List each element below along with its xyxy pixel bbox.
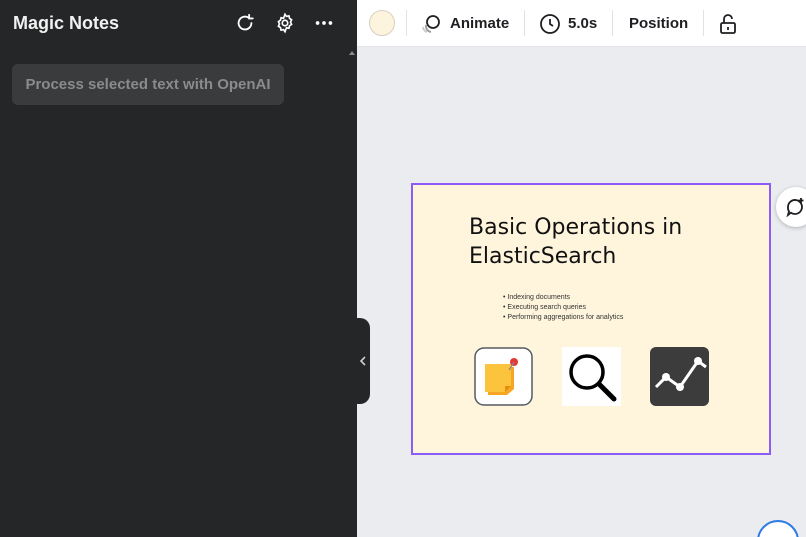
process-openai-button[interactable]: Process selected text with OpenAI: [12, 64, 284, 105]
editor-toolbar: Animate 5.0s Position: [357, 0, 806, 47]
animate-button[interactable]: Animate: [420, 0, 509, 47]
collapse-panel-button[interactable]: [355, 318, 370, 404]
duration-label: 5.0s: [568, 15, 598, 32]
clock-icon: [540, 13, 560, 34]
bullet-item: Executing search queries: [503, 303, 623, 313]
panel-header: Magic Notes: [0, 0, 357, 47]
scroll-up-icon[interactable]: [349, 50, 355, 56]
divider: [612, 10, 613, 36]
position-button[interactable]: Position: [629, 0, 688, 47]
bullet-item: Indexing documents: [503, 293, 623, 303]
panel-title: Magic Notes: [13, 13, 120, 33]
lock-button[interactable]: [716, 0, 740, 47]
unlock-icon: [720, 13, 736, 34]
divider: [524, 10, 525, 36]
chevron-left-icon: [359, 356, 366, 366]
magnifier-icon[interactable]: [562, 347, 621, 406]
gear-icon[interactable]: [273, 11, 297, 35]
refresh-icon[interactable]: [233, 11, 257, 35]
divider: [703, 10, 704, 36]
divider: [406, 10, 407, 36]
animate-label: Animate: [450, 15, 510, 32]
background-color-swatch[interactable]: [369, 10, 395, 36]
add-comment-button[interactable]: [776, 187, 806, 227]
slide-title[interactable]: Basic Operations in ElasticSearch: [469, 213, 729, 271]
animate-icon: [422, 14, 440, 33]
comment-add-icon: [786, 198, 804, 218]
duration-button[interactable]: 5.0s: [538, 0, 597, 47]
analytics-chart-icon[interactable]: [650, 347, 709, 406]
position-label: Position: [629, 15, 689, 32]
sticky-note-icon[interactable]: [474, 347, 533, 406]
slide-page[interactable]: Basic Operations in ElasticSearch Indexi…: [411, 183, 771, 455]
bullet-item: Performing aggregations for analytics: [503, 313, 623, 323]
assistant-button[interactable]: [757, 520, 799, 537]
bullet-list[interactable]: Indexing documents Executing search quer…: [503, 293, 623, 323]
more-icon[interactable]: [312, 11, 336, 35]
magic-notes-panel: Magic Notes Process selected text with O…: [0, 0, 357, 537]
